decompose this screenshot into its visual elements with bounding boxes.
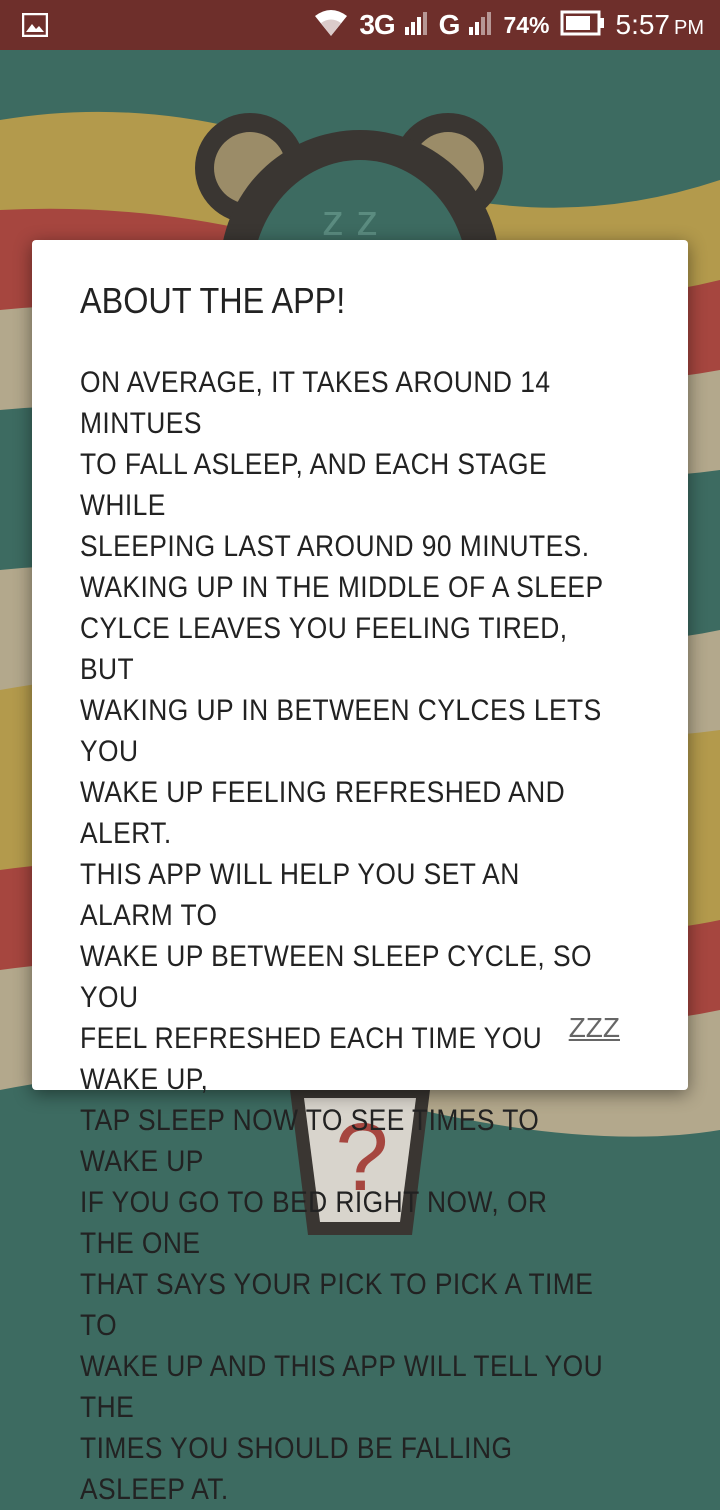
body-line: IF YOU GO TO BED RIGHT NOW, OR THE ONE [80,1186,548,1260]
signal-icon [469,11,493,40]
battery-percent: 74% [503,11,550,38]
clock-ampm: PM [674,17,704,39]
dialog-body: ON AVERAGE, IT TAKES AROUND 14 MINTUES T… [80,362,608,1510]
network-3g-label: 3G [359,9,395,40]
body-line: TO FALL ASLEEP, AND EACH STAGE WHILE [80,448,548,522]
body-line: TIMES YOU SHOULD BE FALLING ASLEEP AT. [80,1432,513,1506]
signal-icon [404,11,429,40]
body-line: WAKE UP AND THIS APP WILL TELL YOU THE [80,1350,604,1424]
clock: 5:57 PM [616,9,705,41]
image-icon [21,12,49,41]
body-line: WAKING UP IN BETWEEN CYLCES LETS YOU [80,694,602,768]
body-line: THAT SAYS YOUR PICK TO PICK A TIME TO [80,1268,594,1342]
zzz-button[interactable]: ZZZ [569,1012,620,1044]
dialog-title: ABOUT THE APP! [80,280,346,321]
network-g-label: G [438,9,461,40]
body-line: CYLCE LEAVES YOU FEELING TIRED, BUT [80,612,568,686]
body-line: WAKING UP IN THE MIDDLE OF A SLEEP [80,571,604,604]
body-line: FEEL REFRESHED EACH TIME YOU WAKE UP, [80,1022,543,1096]
body-line: TAP SLEEP NOW TO SEE TIMES TO WAKE UP [80,1104,540,1178]
body-line: ON AVERAGE, IT TAKES AROUND 14 MINTUES [80,366,551,440]
status-bar: 3G G 74% 5:57 PM [0,0,720,50]
clock-time: 5:57 [615,9,671,40]
body-line: WAKE UP BETWEEN SLEEP CYCLE, SO YOU [80,940,592,1014]
body-line: THIS APP WILL HELP YOU SET AN ALARM TO [80,858,520,932]
battery-icon [560,10,606,41]
wifi-icon [313,8,349,43]
about-dialog: ABOUT THE APP! ON AVERAGE, IT TAKES AROU… [32,240,688,1506]
body-line: SLEEPING LAST AROUND 90 MINUTES. [80,530,590,563]
svg-text:z z: z z [322,196,378,245]
body-line: WAKE UP FEELING REFRESHED AND ALERT. [80,776,566,850]
